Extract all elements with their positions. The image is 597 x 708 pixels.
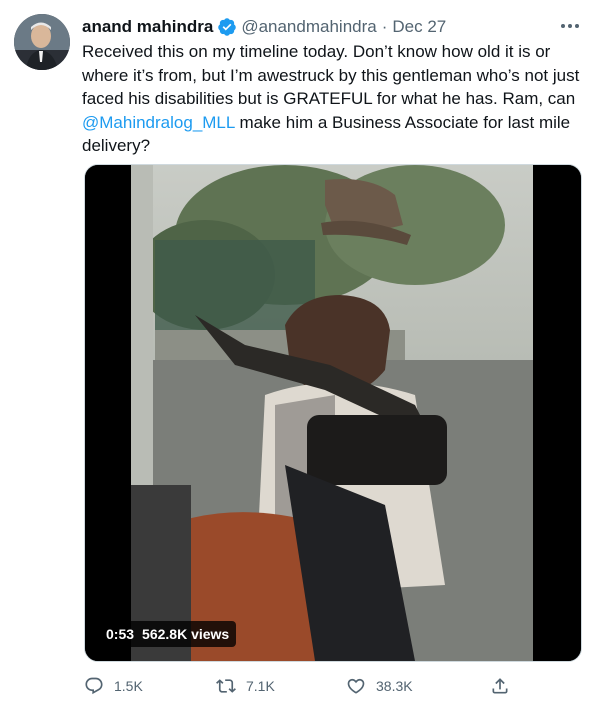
reply-count: 1.5K (114, 678, 143, 694)
reply-icon (85, 677, 103, 695)
avatar[interactable] (14, 14, 70, 70)
retweet-icon (216, 679, 236, 693)
video-player[interactable]: 0:53 562.8K views (84, 164, 582, 662)
tweet-header: anand mahindra @anandmahindra · Dec 27 (82, 15, 446, 39)
tweet-actions: 1.5K 7.1K 38.3K (84, 672, 580, 700)
share-button[interactable] (490, 672, 520, 700)
like-button[interactable]: 38.3K (346, 672, 413, 700)
tweet-date[interactable]: Dec 27 (392, 17, 446, 37)
retweet-button[interactable]: 7.1K (216, 672, 275, 700)
video-frame (85, 165, 581, 661)
more-dot (575, 24, 579, 28)
video-views: 562.8K views (142, 626, 230, 642)
like-count: 38.3K (376, 678, 413, 694)
tweet[interactable]: anand mahindra @anandmahindra · Dec 27 R… (0, 0, 597, 708)
more-dots-icon (561, 24, 565, 28)
tweet-text: Received this on my timeline today. Don’… (82, 40, 587, 158)
verified-badge-icon (218, 18, 237, 36)
author-handle[interactable]: @anandmahindra (241, 17, 376, 37)
video-info-badge: 0:53 562.8K views (99, 621, 237, 647)
video-duration: 0:53 (106, 626, 135, 642)
author-display-name[interactable]: anand mahindra (82, 17, 213, 37)
mention-link[interactable]: @Mahindralog_MLL (82, 113, 235, 132)
header-separator: · (381, 17, 388, 36)
retweet-count: 7.1K (246, 678, 275, 694)
heart-icon (347, 678, 365, 694)
reply-button[interactable]: 1.5K (84, 672, 143, 700)
share-icon (492, 678, 508, 694)
tweet-text-part-1: Received this on my timeline today. Don’… (82, 42, 580, 108)
more-options-button[interactable] (556, 14, 584, 38)
more-dot (568, 24, 572, 28)
